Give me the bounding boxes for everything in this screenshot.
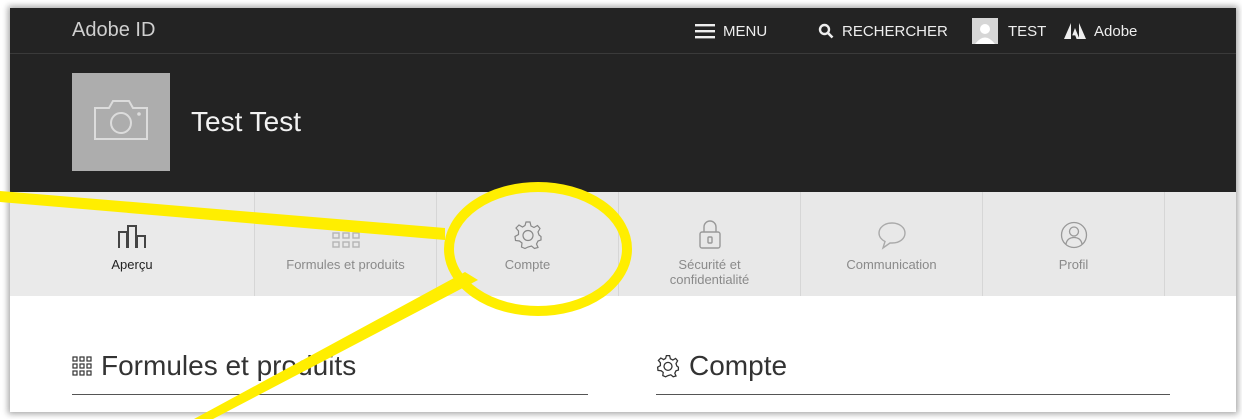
tab-label: Aperçu (111, 257, 153, 272)
tab-label: Communication (846, 257, 937, 272)
camera-icon (92, 98, 150, 147)
tab-apercu[interactable]: Aperçu (10, 192, 255, 296)
section-title-compte: Compte (656, 348, 787, 384)
adobe-link[interactable]: Adobe (1064, 8, 1137, 54)
section-title-formules: Formules et produits (72, 348, 356, 384)
profile-header: Test Test (10, 54, 1236, 192)
adobe-label: Adobe (1094, 22, 1138, 40)
profile-name: Test Test (191, 106, 301, 137)
section-title-text: Compte (689, 350, 788, 381)
grid-icon (331, 219, 360, 251)
section-title-text: Formules et produits (101, 350, 357, 381)
search-label: RECHERCHER (842, 22, 948, 40)
profile-photo[interactable] (72, 73, 170, 171)
tab-profil[interactable]: Profil (983, 192, 1165, 296)
tab-compte[interactable]: Compte (437, 192, 619, 296)
tab-communication[interactable]: Communication (801, 192, 983, 296)
menu-label: MENU (723, 22, 768, 40)
hamburger-icon (695, 23, 715, 39)
tab-label: Formules et produits (286, 257, 405, 272)
tab-label: Profil (1058, 257, 1089, 272)
lock-icon (698, 219, 722, 251)
grid-icon (72, 356, 92, 376)
tab-bar: Aperçu Formules et produits Compte Sécur… (10, 192, 1236, 296)
gear-icon (513, 219, 543, 251)
adobe-logo-icon (1064, 23, 1086, 39)
user-label: TEST (1008, 22, 1047, 40)
gear-icon (656, 354, 680, 378)
app-window: Adobe ID MENU RECHERCHER TEST Adobe Test… (10, 8, 1236, 412)
search-icon (818, 23, 834, 39)
user-icon (1059, 219, 1089, 251)
menu-button[interactable]: MENU (695, 8, 767, 54)
tab-label: Sécurité et confidentialité (669, 257, 750, 287)
user-menu[interactable]: TEST (972, 8, 1046, 54)
divider (656, 394, 1170, 395)
tab-formules[interactable]: Formules et produits (255, 192, 437, 296)
search-button[interactable]: RECHERCHER (818, 8, 948, 54)
overview-icon (117, 219, 147, 251)
top-bar: Adobe ID MENU RECHERCHER TEST Adobe (10, 8, 1236, 54)
divider (72, 394, 588, 395)
tab-label: Compte (504, 257, 551, 272)
avatar (972, 18, 998, 44)
tab-securite[interactable]: Sécurité et confidentialité (619, 192, 801, 296)
speech-bubble-icon (876, 219, 908, 251)
brand-title[interactable]: Adobe ID (72, 19, 155, 42)
